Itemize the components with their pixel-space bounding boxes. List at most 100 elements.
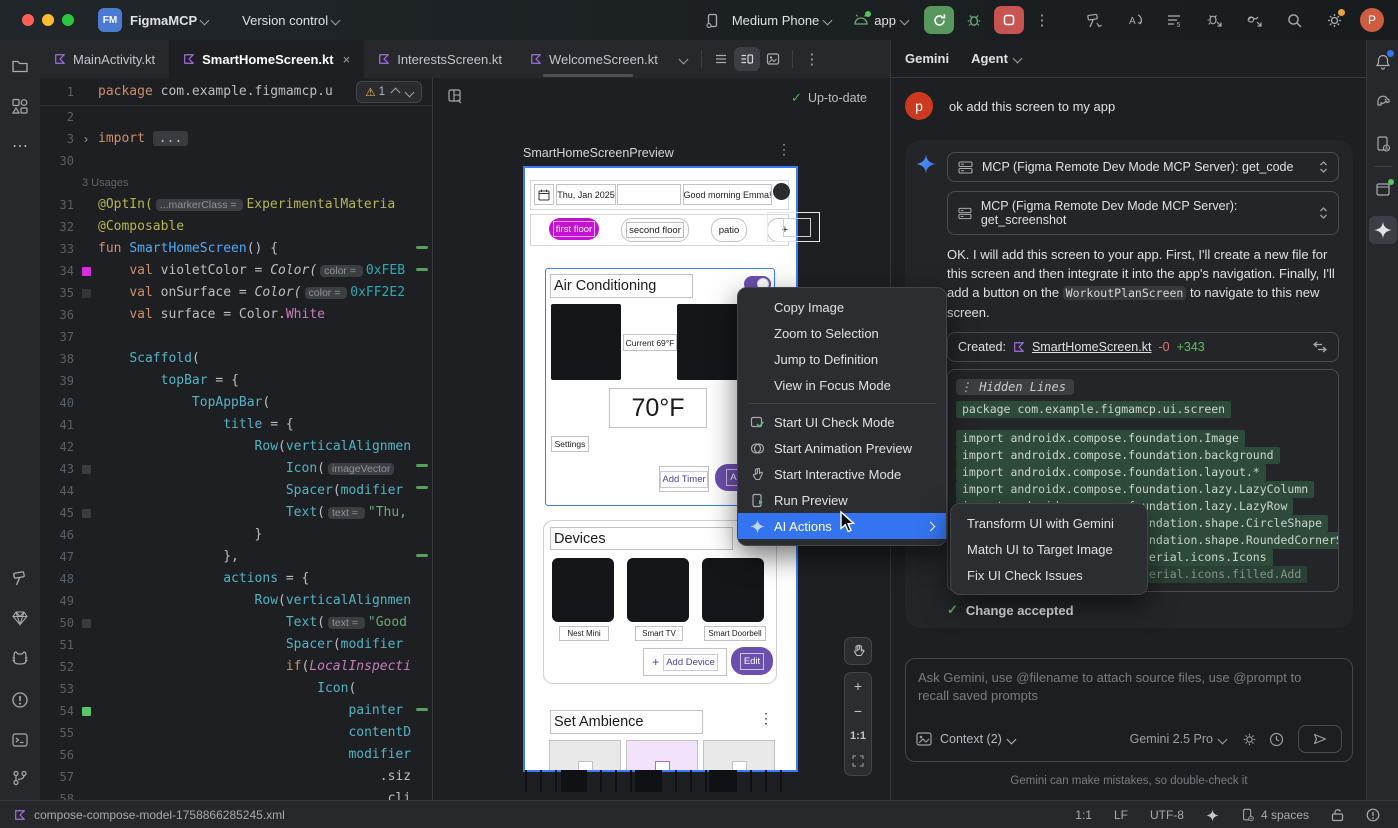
editor-options-kebab[interactable]: ⋮: [799, 47, 825, 71]
tab-overflow-chevron-icon[interactable]: [678, 54, 688, 64]
zoom-in-button[interactable]: +: [845, 673, 871, 698]
device-image[interactable]: [702, 558, 764, 622]
tab-scrollbar-thumb[interactable]: [543, 74, 633, 77]
device-manager-icon[interactable]: [1369, 130, 1397, 158]
vcs-widget[interactable]: Version control: [234, 13, 339, 28]
search-icon[interactable]: [1280, 6, 1308, 34]
project-folder-icon[interactable]: [6, 52, 34, 80]
ambience-card[interactable]: [626, 740, 698, 772]
menu-item-view-in-focus-mode[interactable]: View in Focus Mode: [738, 372, 946, 398]
tab-smarthomescreen[interactable]: SmartHomeScreen.kt ×: [169, 40, 364, 78]
problems-icon[interactable]: [6, 686, 34, 714]
selection-handle[interactable]: [783, 218, 811, 237]
send-button[interactable]: [1298, 725, 1342, 753]
code-line[interactable]: 42 Row(verticalAlignmen: [40, 436, 432, 458]
code-line[interactable]: 30: [40, 150, 432, 172]
menu-item-copy-image[interactable]: Copy Image: [738, 294, 946, 320]
build-hammer-icon[interactable]: [6, 564, 34, 592]
device-image[interactable]: [552, 558, 614, 622]
build-hammer-icon[interactable]: [1080, 6, 1108, 34]
menu-item-match-ui-to-target-image[interactable]: Match UI to Target Image: [951, 536, 1147, 562]
code-line[interactable]: 56 modifier: [40, 744, 432, 766]
run-config-selector[interactable]: app: [853, 13, 908, 28]
ambience-card[interactable]: [703, 740, 775, 772]
gemini-status-spark-icon[interactable]: [1206, 809, 1219, 822]
breadcrumb[interactable]: compose-compose-model-1758866285245.xml: [0, 808, 285, 822]
split-view-button[interactable]: [734, 47, 760, 71]
code-line[interactable]: 45 Text(text = "Thu,: [40, 502, 432, 524]
code-line[interactable]: 57 .siz: [40, 766, 432, 788]
code-line[interactable]: 52 if(LocalInspecti: [40, 656, 432, 678]
design-view-button[interactable]: [760, 47, 786, 71]
model-selector[interactable]: Gemini 2.5 Pro: [1130, 732, 1226, 746]
pan-button[interactable]: [844, 637, 872, 665]
code-line[interactable]: 35 val onSurface = Color(color = 0xFF2E2: [40, 282, 432, 304]
code-line[interactable]: 47 },: [40, 546, 432, 568]
gemini-tool-window-icon[interactable]: [1369, 216, 1397, 244]
code-line[interactable]: 53 Icon(: [40, 678, 432, 700]
code-line[interactable]: 51 Spacer(modifier: [40, 634, 432, 656]
menu-item-jump-to-definition[interactable]: Jump to Definition: [738, 346, 946, 372]
gradle-elephant-icon[interactable]: [1369, 88, 1397, 116]
settings-gear-icon[interactable]: [1320, 6, 1348, 34]
todo-list-icon[interactable]: 5: [1160, 6, 1188, 34]
code-line[interactable]: 44 Spacer(modifier: [40, 480, 432, 502]
chip-patio[interactable]: patio: [711, 218, 747, 242]
add-device-button[interactable]: +Add Device: [643, 648, 727, 676]
code-line[interactable]: 41 title = {: [40, 414, 432, 436]
created-file-row[interactable]: Created: SmartHomeScreen.kt -0 +343: [947, 332, 1339, 362]
menu-item-start-animation-preview[interactable]: Start Animation Preview: [738, 435, 946, 461]
tab-interestsscreen[interactable]: InterestsScreen.kt: [364, 40, 516, 78]
tool-call-get-code[interactable]: MCP (Figma Remote Dev Mode MCP Server): …: [947, 152, 1339, 182]
menu-item-zoom-to-selection[interactable]: Zoom to Selection: [738, 320, 946, 346]
error-circle-icon[interactable]: [1366, 808, 1380, 822]
zoom-to-fit-button[interactable]: [845, 748, 871, 773]
menu-item-fix-ui-check-issues[interactable]: Fix UI Check Issues: [951, 562, 1147, 588]
code-line[interactable]: 54 painter: [40, 700, 432, 722]
profile-avatar[interactable]: P: [1360, 8, 1384, 32]
zoom-out-button[interactable]: −: [845, 698, 871, 723]
zoom-window-button[interactable]: [62, 14, 74, 26]
code-line[interactable]: 31@OptIn(...markerClass = ExperimentalMa…: [40, 194, 432, 216]
stop-button[interactable]: [994, 6, 1024, 34]
expand-icon[interactable]: [1319, 160, 1328, 174]
code-line[interactable]: 36 val surface = Color.White: [40, 304, 432, 326]
close-tab-icon[interactable]: ×: [343, 52, 351, 67]
code-line[interactable]: 39 topBar = {: [40, 370, 432, 392]
line-separator[interactable]: LF: [1114, 808, 1128, 822]
history-clock-icon[interactable]: [1269, 732, 1284, 747]
preview-layout-icon[interactable]: [447, 88, 463, 104]
code-line[interactable]: 37: [40, 326, 432, 348]
code-line[interactable]: 38 Scaffold(: [40, 348, 432, 370]
zoom-ratio-button[interactable]: 1:1: [845, 723, 871, 748]
context-selector[interactable]: Context (2): [940, 732, 1015, 746]
code-line[interactable]: 46 }: [40, 524, 432, 546]
caret-position[interactable]: 1:1: [1075, 808, 1092, 822]
version-control-branch-icon[interactable]: [6, 764, 34, 792]
code-line[interactable]: 50 Text(text = "Good: [40, 612, 432, 634]
device-selector[interactable]: Medium Phone: [699, 6, 831, 34]
menu-item-start-ui-check-mode[interactable]: Start UI Check Mode: [738, 409, 946, 435]
resource-manager-icon[interactable]: [6, 92, 34, 120]
hidden-lines-chip[interactable]: ⋮ Hidden Lines: [956, 379, 1074, 395]
more-actions-kebab[interactable]: ⋮: [1028, 6, 1056, 34]
prev-issue-chevron-icon[interactable]: [391, 87, 401, 97]
chip-first-floor[interactable]: first floor: [549, 218, 599, 240]
code-line[interactable]: 33fun SmartHomeScreen() {: [40, 238, 432, 260]
profiler-trace-icon[interactable]: [1240, 6, 1268, 34]
sync-translate-icon[interactable]: A: [1120, 6, 1148, 34]
next-issue-chevron-icon[interactable]: [405, 87, 415, 97]
code-view-button[interactable]: [708, 47, 734, 71]
attach-image-icon[interactable]: [916, 732, 932, 746]
rerun-button[interactable]: [924, 6, 954, 34]
gemini-prompt-input[interactable]: Ask Gemini, use @filename to attach sour…: [905, 658, 1353, 762]
code-line[interactable]: 55 contentD: [40, 722, 432, 744]
ac-settings-label[interactable]: Settings: [551, 436, 589, 452]
ambience-kebab-menu[interactable]: ⋮: [759, 713, 773, 723]
file-encoding[interactable]: UTF-8: [1150, 808, 1184, 822]
tab-mainactivity[interactable]: MainActivity.kt: [40, 40, 169, 78]
edit-button[interactable]: Edit: [731, 647, 773, 675]
code-line[interactable]: 48 actions = {: [40, 568, 432, 590]
chip-second-floor[interactable]: second floor: [621, 218, 689, 242]
code-line[interactable]: 3 Usages: [40, 172, 432, 194]
